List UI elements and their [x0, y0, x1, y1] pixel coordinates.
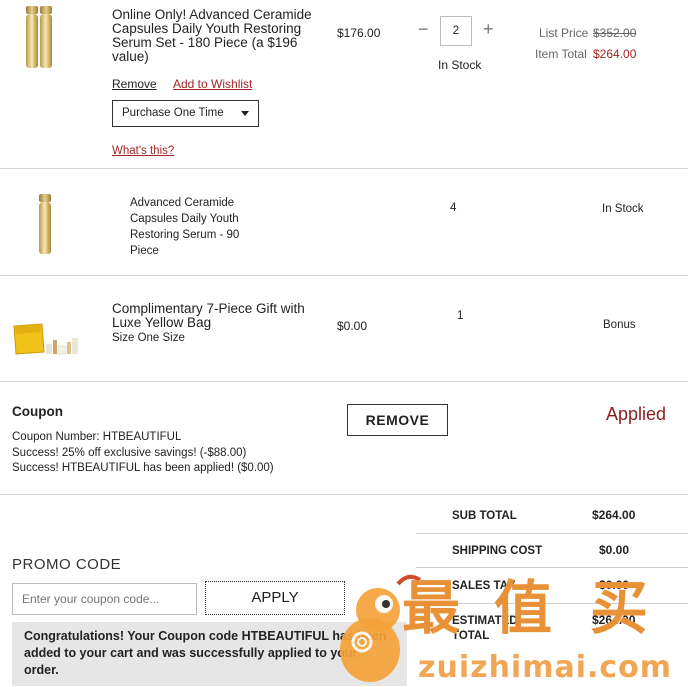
item-total-value: $264.00	[593, 47, 637, 61]
decrease-qty-button[interactable]: −	[418, 18, 429, 40]
divider	[416, 533, 688, 534]
promo-code-input[interactable]	[12, 583, 197, 615]
product-price: $0.00	[337, 319, 368, 333]
remove-coupon-button[interactable]: REMOVE	[347, 404, 448, 436]
divider	[0, 494, 688, 495]
chevron-down-icon	[241, 111, 249, 116]
congrats-message: Congratulations! Your Coupon code HTBEAU…	[12, 622, 407, 686]
subtotal-value: $264.00	[592, 508, 636, 522]
watermark-url: zuizhimai.com	[418, 650, 673, 685]
quantity-value: 1	[457, 310, 464, 322]
product-size: Size One Size	[112, 332, 185, 344]
bonus-label: Bonus	[603, 319, 636, 331]
product-name[interactable]: Complimentary 7-Piece Gift with Luxe Yel…	[112, 302, 317, 330]
coupon-success-message: Success! HTBEAUTIFUL has been applied! (…	[12, 462, 274, 474]
remove-link[interactable]: Remove	[112, 77, 157, 91]
apply-button[interactable]: APPLY	[205, 581, 345, 615]
list-price-value: $352.00	[593, 26, 637, 40]
stock-status: In Stock	[438, 58, 482, 72]
shipping-value: $0.00	[599, 543, 630, 557]
quantity-input[interactable]: 2	[440, 16, 472, 46]
whats-this-link[interactable]: What's this?	[112, 145, 174, 157]
watermark-char: 买	[590, 574, 649, 642]
item-total-label: Item Total	[535, 47, 587, 61]
divider	[0, 275, 688, 276]
coupon-number: Coupon Number: HTBEAUTIFUL	[12, 431, 182, 443]
product-price: $176.00	[337, 26, 381, 40]
shipping-label: SHIPPING COST	[452, 545, 543, 557]
watermark-char: 值	[494, 574, 553, 642]
add-to-wishlist-link[interactable]: Add to Wishlist	[173, 77, 252, 91]
divider	[416, 567, 688, 568]
product-name[interactable]: Advanced Ceramide Capsules Daily Youth R…	[130, 195, 258, 259]
subtotal-label: SUB TOTAL	[452, 510, 517, 522]
divider	[0, 168, 688, 169]
list-price-label: List Price	[539, 26, 589, 40]
product-image-serum-set[interactable]	[24, 4, 54, 68]
coupon-title: Coupon	[12, 404, 63, 419]
product-image-serum-90[interactable]	[37, 192, 53, 256]
increase-qty-button[interactable]: +	[483, 18, 494, 40]
coupon-success-message: Success! 25% off exclusive savings! (-$8…	[12, 447, 247, 459]
divider	[0, 381, 688, 382]
coupon-status: Applied	[606, 404, 667, 424]
product-name[interactable]: Online Only! Advanced Ceramide Capsules …	[112, 8, 312, 64]
product-image-gift-bag[interactable]	[12, 318, 82, 356]
purchase-option-value: Purchase One Time	[122, 107, 224, 119]
promo-code-title: PROMO CODE	[12, 556, 122, 573]
watermark-char: 最	[402, 574, 461, 642]
purchase-option-select[interactable]: Purchase One Time	[112, 100, 259, 127]
quantity-value: 4	[450, 202, 457, 214]
stock-status: In Stock	[602, 203, 644, 215]
